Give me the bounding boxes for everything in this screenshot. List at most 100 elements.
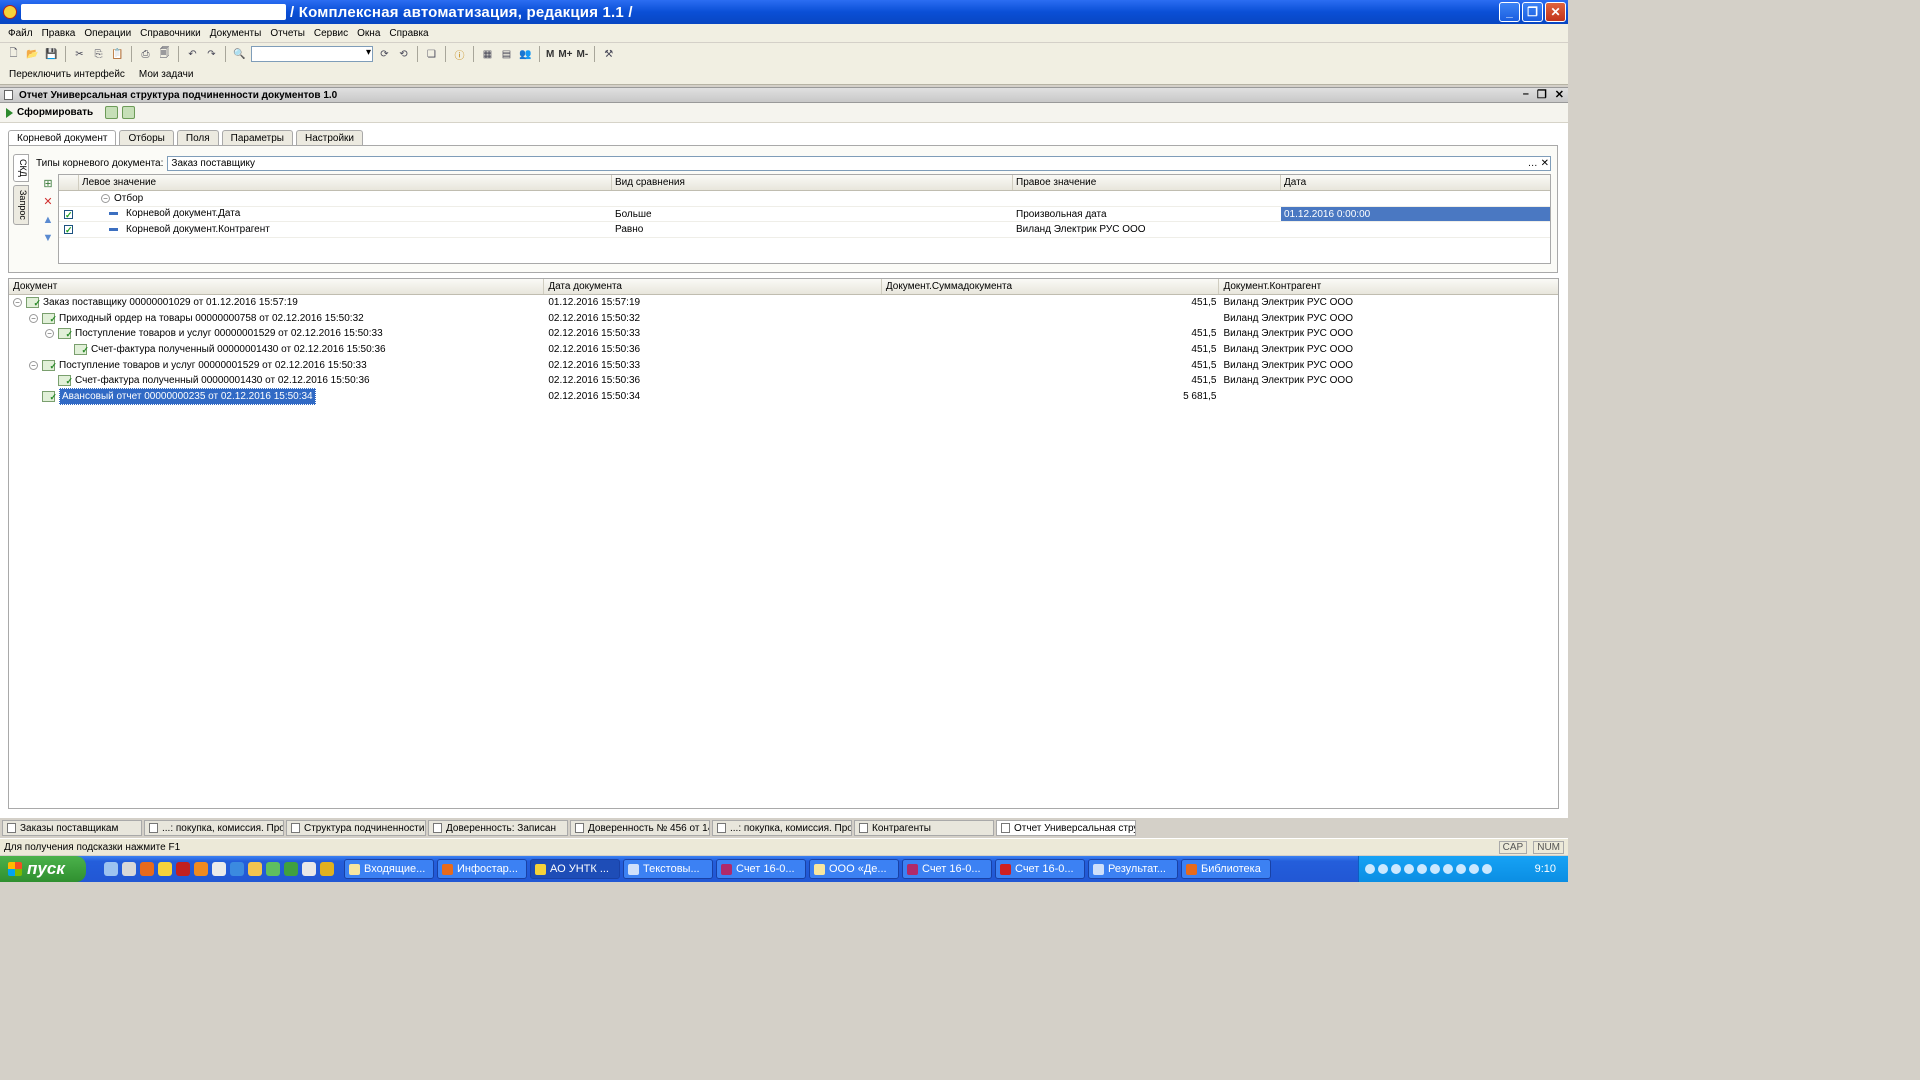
paste-icon[interactable]: 📋 bbox=[110, 47, 125, 62]
condition-date[interactable]: 01.12.2016 0:00:00 bbox=[1281, 206, 1550, 221]
memory-m-button[interactable]: M bbox=[546, 49, 554, 60]
window-tab[interactable]: Доверенность № 456 от 14 ... bbox=[570, 820, 710, 836]
window-tab[interactable]: ...: покупка, комиссия. Про... bbox=[712, 820, 852, 836]
find-prev-icon[interactable]: ⟲ bbox=[396, 47, 411, 62]
tree-row[interactable]: − Приходный ордер на товары 00000000758 … bbox=[9, 311, 1558, 327]
tab-root-document[interactable]: Корневой документ bbox=[8, 130, 117, 146]
save-icon[interactable]: 💾 bbox=[44, 47, 59, 62]
collapse-toggle-icon[interactable]: − bbox=[101, 193, 110, 203]
menu-documents[interactable]: Документы bbox=[210, 28, 262, 39]
switch-interface-menu[interactable]: Переключить интерфейс bbox=[9, 69, 125, 80]
new-document-icon[interactable]: 🗋 bbox=[6, 47, 21, 62]
child-restore-button[interactable]: ❐ bbox=[1537, 88, 1547, 101]
menu-reports[interactable]: Отчеты bbox=[270, 28, 305, 39]
child-minimize-button[interactable]: – bbox=[1523, 88, 1529, 101]
task-item[interactable]: Входящие... bbox=[344, 859, 434, 879]
condition-cmp[interactable]: Больше bbox=[612, 207, 1013, 222]
network-icon[interactable] bbox=[266, 862, 280, 876]
print-preview-icon[interactable]: 🗐 bbox=[157, 47, 172, 62]
side-tab-skd[interactable]: СКД bbox=[13, 154, 29, 182]
add-condition-icon[interactable]: ⊞ bbox=[43, 178, 52, 190]
task-item[interactable]: Текстовы... bbox=[623, 859, 713, 879]
users-icon[interactable]: 👥 bbox=[518, 47, 533, 62]
ie-icon[interactable] bbox=[230, 862, 244, 876]
clear-button[interactable]: ✕ bbox=[1541, 157, 1549, 170]
condition-group-row[interactable]: − Отбор bbox=[59, 191, 1550, 207]
header-right-value[interactable]: Правое значение bbox=[1013, 175, 1281, 190]
firefox-icon[interactable] bbox=[140, 862, 154, 876]
tab-fields[interactable]: Поля bbox=[176, 130, 219, 145]
tools-icon[interactable]: ⚒ bbox=[601, 47, 616, 62]
task-item[interactable]: Счет 16-0... bbox=[995, 859, 1085, 879]
header-document[interactable]: Документ bbox=[9, 279, 545, 294]
task-item[interactable]: Результат... bbox=[1088, 859, 1178, 879]
tray-icon[interactable] bbox=[1417, 864, 1427, 874]
mail-icon[interactable] bbox=[176, 862, 190, 876]
menu-windows[interactable]: Окна bbox=[357, 28, 380, 39]
task-item-active[interactable]: АО УНТК ... bbox=[530, 859, 620, 879]
tray-icon[interactable] bbox=[1378, 864, 1388, 874]
desktop-icon[interactable] bbox=[104, 862, 118, 876]
header-document-date[interactable]: Дата документа bbox=[544, 279, 882, 294]
tree-row[interactable]: Счет-фактура полученный 00000001430 от 0… bbox=[9, 373, 1558, 389]
condition-right[interactable]: Произвольная дата bbox=[1013, 207, 1281, 222]
close-button[interactable]: ✕ bbox=[1545, 2, 1566, 22]
generate-button[interactable]: Сформировать bbox=[6, 107, 93, 118]
settings-save-icon[interactable] bbox=[105, 106, 119, 119]
collapse-toggle-icon[interactable]: − bbox=[29, 313, 38, 323]
my-tasks-menu[interactable]: Мои задачи bbox=[139, 69, 194, 80]
folder-icon[interactable] bbox=[248, 862, 262, 876]
tray-icon[interactable] bbox=[1430, 864, 1440, 874]
menu-file[interactable]: Файл bbox=[8, 28, 33, 39]
condition-cmp[interactable]: Равно bbox=[612, 222, 1013, 237]
window-tab[interactable]: ...: покупка, комиссия. Про... bbox=[144, 820, 284, 836]
header-document-sum[interactable]: Документ.Суммадокумента bbox=[882, 279, 1220, 294]
task-item[interactable]: Счет 16-0... bbox=[716, 859, 806, 879]
redo-icon[interactable]: ↷ bbox=[204, 47, 219, 62]
delete-condition-icon[interactable]: ✕ bbox=[43, 196, 52, 208]
header-left-value[interactable]: Левое значение bbox=[79, 175, 612, 190]
tray-icon[interactable] bbox=[1469, 864, 1479, 874]
condition-checkbox[interactable] bbox=[64, 223, 73, 237]
menu-help[interactable]: Справка bbox=[389, 28, 428, 39]
chrome-icon[interactable] bbox=[320, 862, 334, 876]
side-tab-query[interactable]: Запрос bbox=[13, 184, 29, 225]
tree-row[interactable]: − Поступление товаров и услуг 0000000152… bbox=[9, 357, 1558, 373]
tree-row[interactable]: Счет-фактура полученный 00000001430 от 0… bbox=[9, 342, 1558, 358]
window-tab[interactable]: Заказы поставщикам bbox=[2, 820, 142, 836]
search-combo[interactable] bbox=[251, 46, 373, 62]
collapse-toggle-icon[interactable]: − bbox=[29, 360, 38, 370]
tray-icon[interactable] bbox=[1443, 864, 1453, 874]
printer-icon[interactable] bbox=[122, 862, 136, 876]
print-icon[interactable]: ⎙ bbox=[138, 47, 153, 62]
window-tab[interactable]: Структура подчиненности д... bbox=[286, 820, 426, 836]
open-folder-icon[interactable]: 📂 bbox=[25, 47, 40, 62]
header-date[interactable]: Дата bbox=[1281, 175, 1550, 190]
header-comparison[interactable]: Вид сравнения bbox=[612, 175, 1013, 190]
calculator-icon[interactable]: ▦ bbox=[480, 47, 495, 62]
tree-row-selected[interactable]: Авансовый отчет 00000000235 от 02.12.201… bbox=[9, 387, 1558, 405]
task-item[interactable]: ООО «Де... bbox=[809, 859, 899, 879]
menu-edit[interactable]: Правка bbox=[42, 28, 76, 39]
tree-row[interactable]: − Поступление товаров и услуг 0000000152… bbox=[9, 326, 1558, 342]
tab-settings[interactable]: Настройки bbox=[295, 130, 364, 145]
tab-parameters[interactable]: Параметры bbox=[221, 130, 293, 145]
collapse-toggle-icon[interactable]: − bbox=[13, 298, 22, 308]
settings-load-icon[interactable] bbox=[122, 106, 136, 119]
tree-row[interactable]: − Заказ поставщику 00000001029 от 01.12.… bbox=[9, 295, 1558, 311]
task-item[interactable]: Счет 16-0... bbox=[902, 859, 992, 879]
menu-catalogs[interactable]: Справочники bbox=[140, 28, 201, 39]
select-button[interactable]: … bbox=[1528, 157, 1538, 170]
task-item[interactable]: Инфостар... bbox=[437, 859, 527, 879]
minimize-button[interactable]: _ bbox=[1499, 2, 1520, 22]
windows-icon[interactable]: ❏ bbox=[424, 47, 439, 62]
start-button[interactable]: пуск bbox=[0, 856, 86, 882]
1c-icon[interactable] bbox=[158, 862, 172, 876]
tray-icon[interactable] bbox=[1482, 864, 1492, 874]
maximize-button[interactable]: ❐ bbox=[1522, 2, 1543, 22]
window-tab-active[interactable]: Отчет Универсальная стру... bbox=[996, 820, 1136, 836]
memory-mminus-button[interactable]: M- bbox=[577, 49, 589, 60]
memory-mplus-button[interactable]: M+ bbox=[558, 49, 572, 60]
menu-operations[interactable]: Операции bbox=[84, 28, 131, 39]
copy-icon[interactable]: ⎘ bbox=[91, 47, 106, 62]
